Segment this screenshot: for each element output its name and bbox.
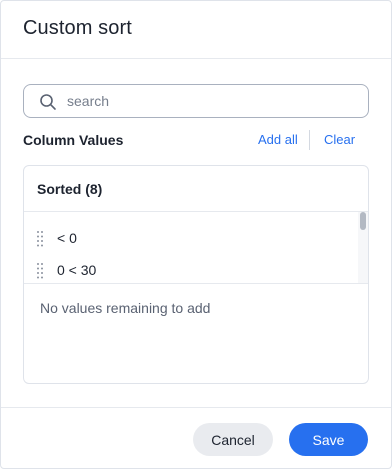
custom-sort-dialog: Custom sort Column Values Add all Clear … — [0, 0, 392, 469]
sorted-scrollbar[interactable] — [358, 212, 368, 283]
column-values-label: Column Values — [23, 132, 124, 148]
sorted-title: Sorted (8) — [37, 181, 103, 197]
empty-remaining-text: No values remaining to add — [40, 300, 211, 316]
dialog-title: Custom sort — [23, 17, 132, 39]
sorted-list: < 0 0 < 30 — [24, 212, 368, 284]
save-button[interactable]: Save — [289, 423, 368, 456]
dialog-footer: Cancel Save — [1, 407, 391, 469]
sorted-header: Sorted (8) — [24, 166, 368, 212]
link-divider — [309, 130, 310, 150]
sorted-item[interactable]: 0 < 30 — [24, 256, 358, 283]
add-all-link[interactable]: Add all — [258, 132, 298, 147]
sorted-item-label: < 0 — [57, 230, 77, 246]
sorted-item[interactable]: < 0 — [24, 224, 358, 254]
drag-handle-icon[interactable] — [36, 230, 44, 248]
sorted-item-label: 0 < 30 — [57, 262, 97, 278]
dialog-header: Custom sort — [1, 1, 391, 59]
search-input[interactable] — [67, 85, 357, 117]
drag-handle-icon[interactable] — [36, 262, 44, 280]
search-icon — [40, 94, 56, 110]
scrollbar-thumb[interactable] — [360, 212, 366, 230]
search-field[interactable] — [23, 84, 369, 118]
clear-link[interactable]: Clear — [324, 132, 355, 147]
cancel-button[interactable]: Cancel — [193, 423, 273, 456]
column-values-panel: Sorted (8) < 0 0 < 30 No values remainin… — [23, 165, 369, 384]
